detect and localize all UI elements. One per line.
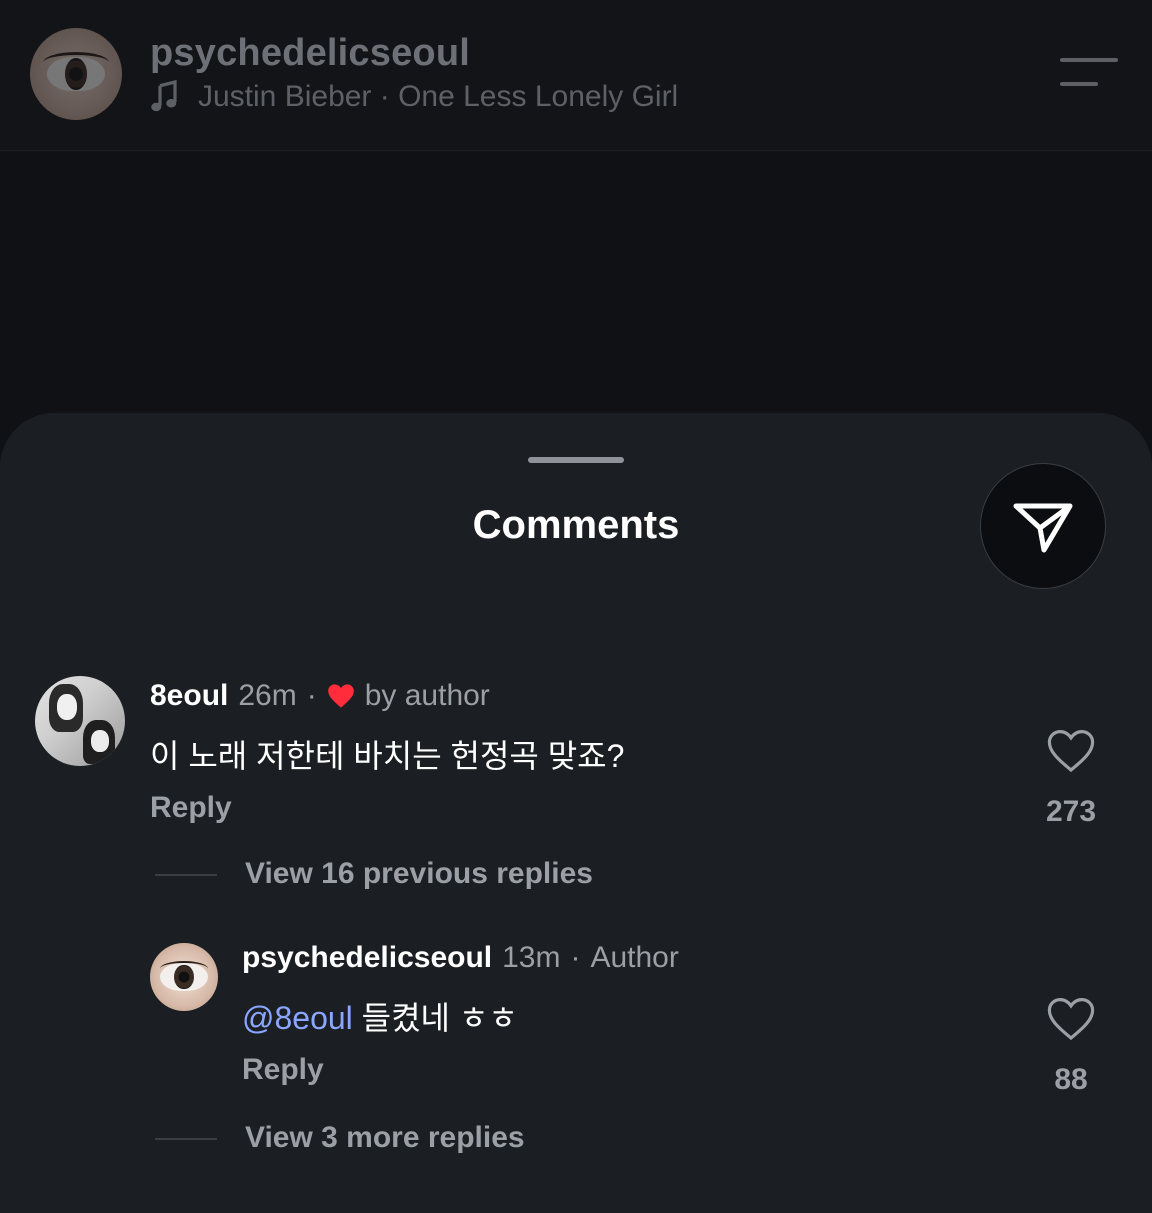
avatar[interactable] <box>150 943 218 1011</box>
heart-outline-icon[interactable] <box>1047 729 1095 773</box>
reply-button[interactable]: Reply <box>242 1053 324 1087</box>
music-note-icon <box>151 80 177 112</box>
drag-handle[interactable] <box>528 457 624 463</box>
thread-line <box>155 1138 217 1140</box>
comment-body: 들켰네 ㅎㅎ <box>352 1000 518 1036</box>
avatar-photo-part <box>91 730 109 752</box>
share-button[interactable] <box>980 463 1106 589</box>
comment-meta: psychedelicseoul 13m · Author <box>242 941 679 975</box>
song-info[interactable]: Justin Bieber · One Less Lonely Girl <box>150 80 678 114</box>
hamburger-menu-icon[interactable] <box>1060 56 1118 88</box>
comment-time: 13m <box>502 941 561 974</box>
view-previous-replies[interactable]: View 16 previous replies <box>245 857 593 891</box>
comments-sheet: Comments 8eoul 26m · by author 이 노래 저한테 … <box>0 413 1152 1213</box>
thread-line <box>155 874 217 876</box>
like-count: 88 <box>1054 1063 1088 1096</box>
profile-avatar[interactable] <box>30 28 122 120</box>
comment-username[interactable]: 8eoul <box>150 679 228 713</box>
view-more-replies[interactable]: View 3 more replies <box>245 1121 525 1155</box>
avatar-photo-part <box>57 694 77 720</box>
comment-time: 26m <box>238 679 297 712</box>
separator: · <box>306 679 317 712</box>
separator: · <box>570 941 581 974</box>
song-title: Justin Bieber · One Less Lonely Girl <box>198 80 679 113</box>
like-count: 273 <box>1045 795 1097 828</box>
reply-button[interactable]: Reply <box>150 791 232 825</box>
liked-by-author: by author <box>364 679 490 712</box>
comment-text: 이 노래 저한테 바치는 헌정곡 맞죠? <box>150 738 625 774</box>
author-badge: Author <box>590 941 679 974</box>
comment-meta: 8eoul 26m · by author <box>150 679 490 713</box>
comment-text: @8eoul 들켰네 ㅎㅎ <box>242 993 518 1039</box>
send-icon <box>1013 503 1073 553</box>
avatar[interactable] <box>35 676 125 766</box>
lash <box>159 960 209 977</box>
heart-outline-icon[interactable] <box>1047 997 1095 1041</box>
lash <box>42 51 110 73</box>
profile-header: psychedelicseoul Justin Bieber · One Les… <box>0 0 1152 151</box>
mention-link[interactable]: @8eoul <box>242 1000 353 1036</box>
profile-username[interactable]: psychedelicseoul <box>150 32 470 75</box>
comment-username[interactable]: psychedelicseoul <box>242 941 492 975</box>
heart-filled-icon <box>327 684 354 708</box>
